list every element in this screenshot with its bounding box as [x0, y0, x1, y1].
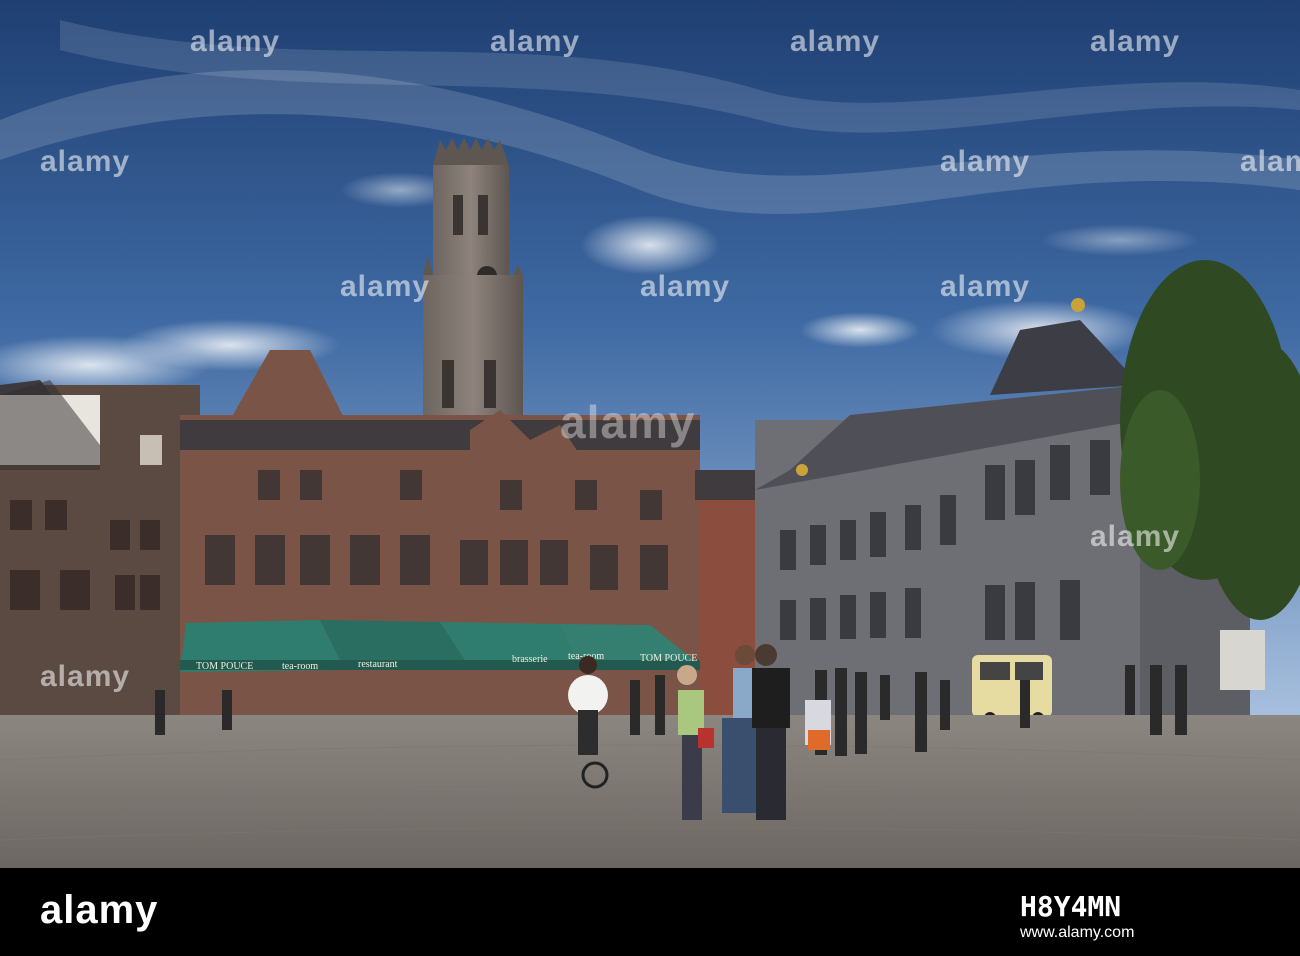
watermark-9: alamy	[640, 270, 731, 303]
watermark-10: alamy	[940, 270, 1031, 303]
awning-sign-2: tea-room	[282, 661, 318, 672]
footer-url: www.alamy.com	[1020, 924, 1135, 941]
footer-logo: alamy	[40, 888, 159, 932]
awning-sign-6: TOM POUCE	[640, 653, 697, 664]
image-id: H8Y4MN	[1020, 890, 1122, 923]
cobblestone-square	[0, 715, 1300, 868]
footer-bar: alamy H8Y4MN www.alamy.com	[0, 868, 1300, 956]
watermark-7: alamy	[1240, 145, 1300, 178]
watermark-2: alamy	[190, 25, 281, 58]
yellow-van	[972, 655, 1052, 724]
awning-sign-4: brasserie	[512, 654, 548, 665]
watermark-4: alamy	[790, 25, 881, 58]
watermark-6: alamy	[940, 145, 1031, 178]
watermark-5: alamy	[1090, 25, 1181, 58]
watermark-1: alamy	[40, 145, 131, 178]
watermark-3: alamy	[490, 25, 581, 58]
watermark-center: alamy	[560, 396, 696, 448]
watermark-11: alamy	[40, 660, 131, 693]
awning-sign-1: TOM POUCE	[196, 661, 253, 672]
watermark-12: alamy	[1090, 520, 1181, 553]
awnings: TOM POUCE tea-room restaurant brasserie …	[180, 620, 700, 672]
photo: TOM POUCE tea-room restaurant brasserie …	[0, 0, 1300, 868]
watermark-8: alamy	[340, 270, 431, 303]
belfry-tower	[423, 138, 523, 425]
awning-sign-3: restaurant	[358, 659, 398, 670]
